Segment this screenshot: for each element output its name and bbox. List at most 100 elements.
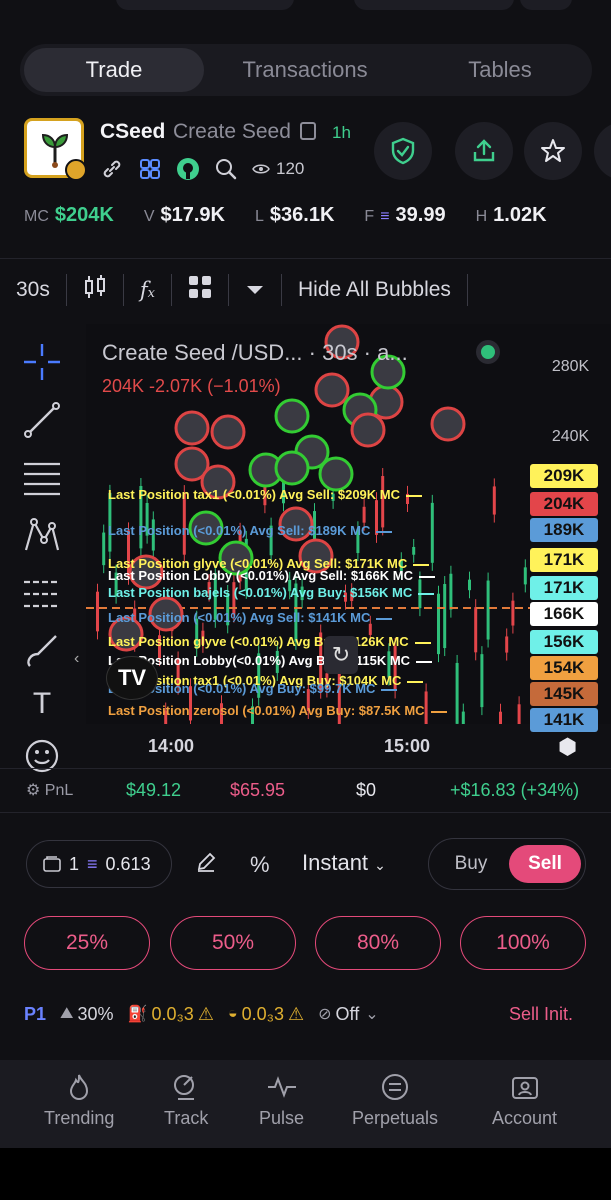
price-tag: 171K — [530, 548, 598, 572]
pnl-holding: $0 — [356, 780, 377, 800]
stat-fees-key: F — [364, 208, 375, 225]
nav-perpetuals[interactable]: Perpetuals — [352, 1072, 438, 1129]
search-icon[interactable] — [214, 157, 238, 181]
link-icon[interactable] — [100, 157, 124, 181]
preset-50-button[interactable]: 50% — [170, 916, 296, 970]
hexagon-icon[interactable]: ⬢ — [558, 734, 577, 760]
token-stats: MC $204K V $17.9K L $36.1K F ≡ 39.99 H 1… — [24, 204, 577, 232]
solana-icon: ≡ — [87, 853, 98, 874]
bribe-value: 0.0₃3 — [241, 1003, 284, 1024]
copy-icon[interactable] — [300, 122, 316, 140]
candles-icon[interactable] — [67, 274, 123, 306]
pump-badge-icon — [65, 159, 87, 181]
sell-tab[interactable]: Sell — [509, 845, 581, 883]
nav-account[interactable]: Account — [492, 1072, 557, 1129]
reset-chart-icon[interactable]: ↻ — [324, 636, 358, 674]
security-button[interactable] — [374, 122, 432, 180]
order-mode-select[interactable]: Instant ⌄ — [302, 850, 386, 876]
gear-icon: ⚙ — [26, 782, 41, 799]
candle-body — [412, 546, 416, 555]
tab-transactions[interactable]: Transactions — [210, 48, 400, 92]
y-axis-tick: 240K — [551, 428, 590, 445]
stat-mc-value: $204K — [54, 204, 114, 226]
preset-25-button[interactable]: 25% — [24, 916, 150, 970]
chevron-down-icon[interactable] — [229, 278, 281, 302]
percent-toggle[interactable]: % — [250, 852, 270, 878]
candle-body — [443, 584, 447, 649]
forecast-icon[interactable] — [16, 574, 68, 614]
flame-icon — [64, 1072, 94, 1102]
preset-100-button[interactable]: 100% — [460, 916, 586, 970]
buy-tab[interactable]: Buy — [439, 845, 503, 883]
nav-trending[interactable]: Trending — [44, 1072, 114, 1129]
indicators-icon[interactable]: fx — [124, 278, 171, 302]
account-icon — [510, 1072, 540, 1102]
sell-init-button[interactable]: Sell Init. — [509, 1004, 573, 1025]
token-name: Create Seed — [173, 120, 291, 143]
interval-selector[interactable]: 30s — [0, 278, 66, 302]
view-count-value: 120 — [276, 159, 305, 178]
trendline-icon[interactable] — [16, 400, 68, 440]
pnl-label[interactable]: ⚙ PnL — [26, 780, 73, 800]
position-line-label: Last Position bajels (<0.01%) Avg Buy: $… — [108, 585, 435, 600]
position-line-label: Last Position (<0.01%) Avg Sell: $141K M… — [108, 610, 393, 625]
candle-body — [362, 506, 366, 523]
live-status-dot-icon — [476, 340, 500, 364]
price-tag: 145K — [530, 682, 598, 706]
nav-pulse[interactable]: Pulse — [259, 1072, 304, 1129]
nav-track[interactable]: Track — [164, 1072, 208, 1129]
price-tag: 189K — [530, 518, 598, 542]
order-mode-label: Instant — [302, 850, 369, 875]
tradingview-logo[interactable]: TV — [106, 656, 158, 700]
position-line-marker — [376, 617, 393, 620]
share-button[interactable] — [455, 122, 513, 180]
preset-label[interactable]: P1 — [24, 1004, 46, 1025]
favorite-button[interactable] — [524, 122, 582, 180]
wallet-selector[interactable]: 1 ≡ 0.613 — [26, 840, 172, 888]
candle-body — [517, 704, 521, 724]
hide-bubbles-button[interactable]: Hide All Bubbles — [282, 278, 467, 302]
fib-lines-icon[interactable] — [16, 458, 68, 498]
position-line-marker — [406, 494, 422, 497]
share-icon — [473, 139, 495, 162]
position-line-marker — [407, 680, 424, 683]
main-tabs: Trade Transactions Tables — [20, 44, 592, 96]
candle-body — [486, 580, 490, 640]
chevron-down-icon: ⌄ — [374, 857, 386, 873]
candle-body — [474, 607, 478, 653]
wallet-icon — [43, 856, 61, 872]
github-icon[interactable] — [176, 157, 200, 181]
slippage-value: 30% — [77, 1003, 114, 1024]
tab-trade[interactable]: Trade — [24, 48, 204, 92]
pattern-icon[interactable] — [16, 516, 68, 556]
trader-bubble — [210, 414, 246, 450]
more-button[interactable] — [594, 122, 611, 180]
trade-settings[interactable]: P1 ⛰ 30% ⛽ 0.0₃3 ⚠ ◒ 0.0₃3 ⚠ ⊘ Off ⌄ — [24, 1000, 383, 1028]
layout-grid-icon[interactable] — [172, 275, 228, 305]
candle-body — [455, 662, 459, 724]
stat-volume-key: V — [143, 208, 155, 225]
nav-track-label: Track — [164, 1108, 209, 1128]
candle-body — [511, 600, 515, 626]
community-icon[interactable] — [138, 157, 162, 181]
gas-icon: ⛽ — [127, 1006, 148, 1023]
buy-sell-toggle: Buy Sell — [428, 838, 586, 890]
crosshair-icon[interactable] — [16, 342, 68, 382]
position-line-marker — [430, 710, 447, 713]
token-links: 120 — [100, 155, 304, 183]
priority-fee-value: 0.0₃3 — [151, 1003, 194, 1024]
position-line-marker — [381, 688, 398, 691]
price-tag: 209K — [530, 464, 598, 488]
collapse-toolbar-icon[interactable]: ‹ — [74, 650, 79, 668]
candle-body — [505, 636, 509, 653]
shield-check-icon — [391, 137, 415, 165]
edit-icon[interactable] — [196, 852, 216, 878]
position-line-marker — [416, 660, 433, 663]
text-tool-icon[interactable]: T — [16, 684, 68, 724]
pnl-bought: $49.12 — [126, 780, 182, 800]
token-age: 1h — [332, 123, 351, 142]
tab-tables[interactable]: Tables — [410, 48, 590, 92]
token-logo — [24, 118, 87, 181]
brush-icon[interactable] — [16, 632, 68, 672]
preset-80-button[interactable]: 80% — [315, 916, 441, 970]
